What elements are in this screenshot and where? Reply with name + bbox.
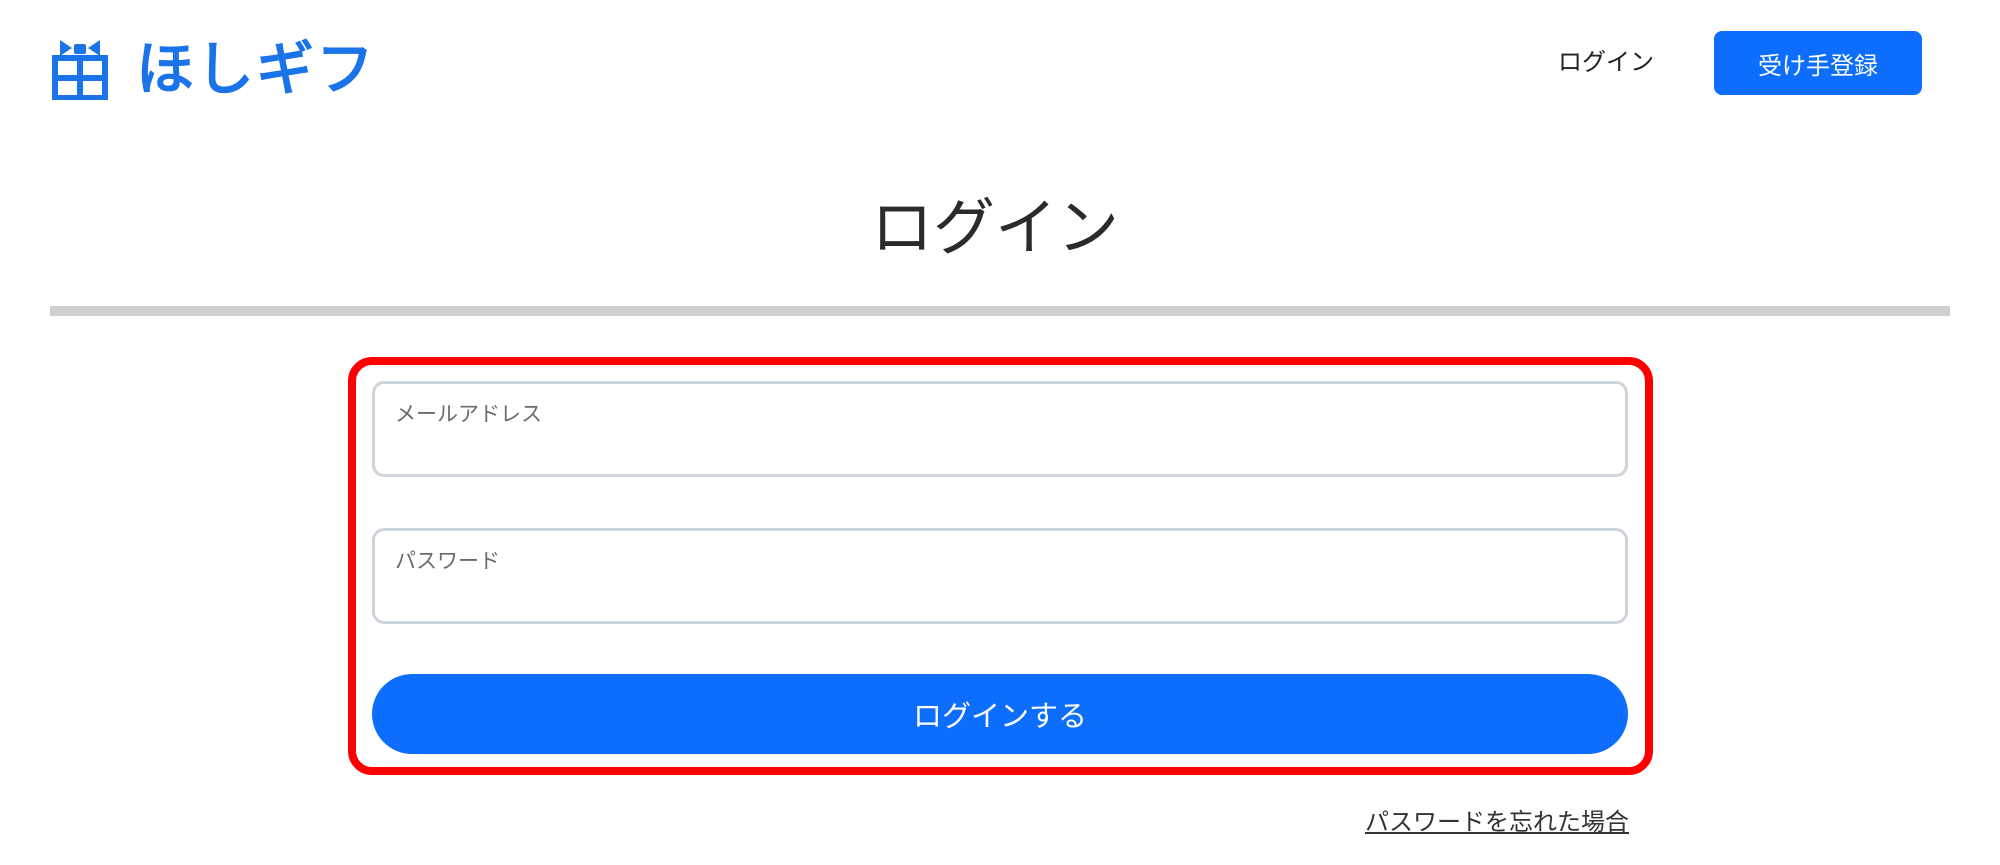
logo-link[interactable]: ほしギフ xyxy=(52,36,376,102)
email-field[interactable]: メールアドレス xyxy=(372,381,1628,477)
email-label: メールアドレス xyxy=(395,402,542,426)
register-button[interactable]: 受け手登録 xyxy=(1714,31,1922,95)
title-divider xyxy=(50,306,1950,316)
password-label: パスワード xyxy=(395,549,500,573)
nav-login-link[interactable]: ログイン xyxy=(1558,44,1654,80)
password-input[interactable] xyxy=(393,575,1607,611)
email-input[interactable] xyxy=(393,428,1607,464)
logo-text: ほしギフ xyxy=(136,35,377,103)
page-title: ログイン xyxy=(870,191,1119,264)
login-submit-button[interactable]: ログインする xyxy=(372,674,1628,754)
forgot-password-link[interactable]: パスワードを忘れた場合 xyxy=(1350,804,1629,840)
password-field[interactable]: パスワード xyxy=(372,528,1628,624)
gift-icon xyxy=(52,40,108,100)
site-header: ほしギフ ログイン 受け手登録 xyxy=(0,0,2000,130)
